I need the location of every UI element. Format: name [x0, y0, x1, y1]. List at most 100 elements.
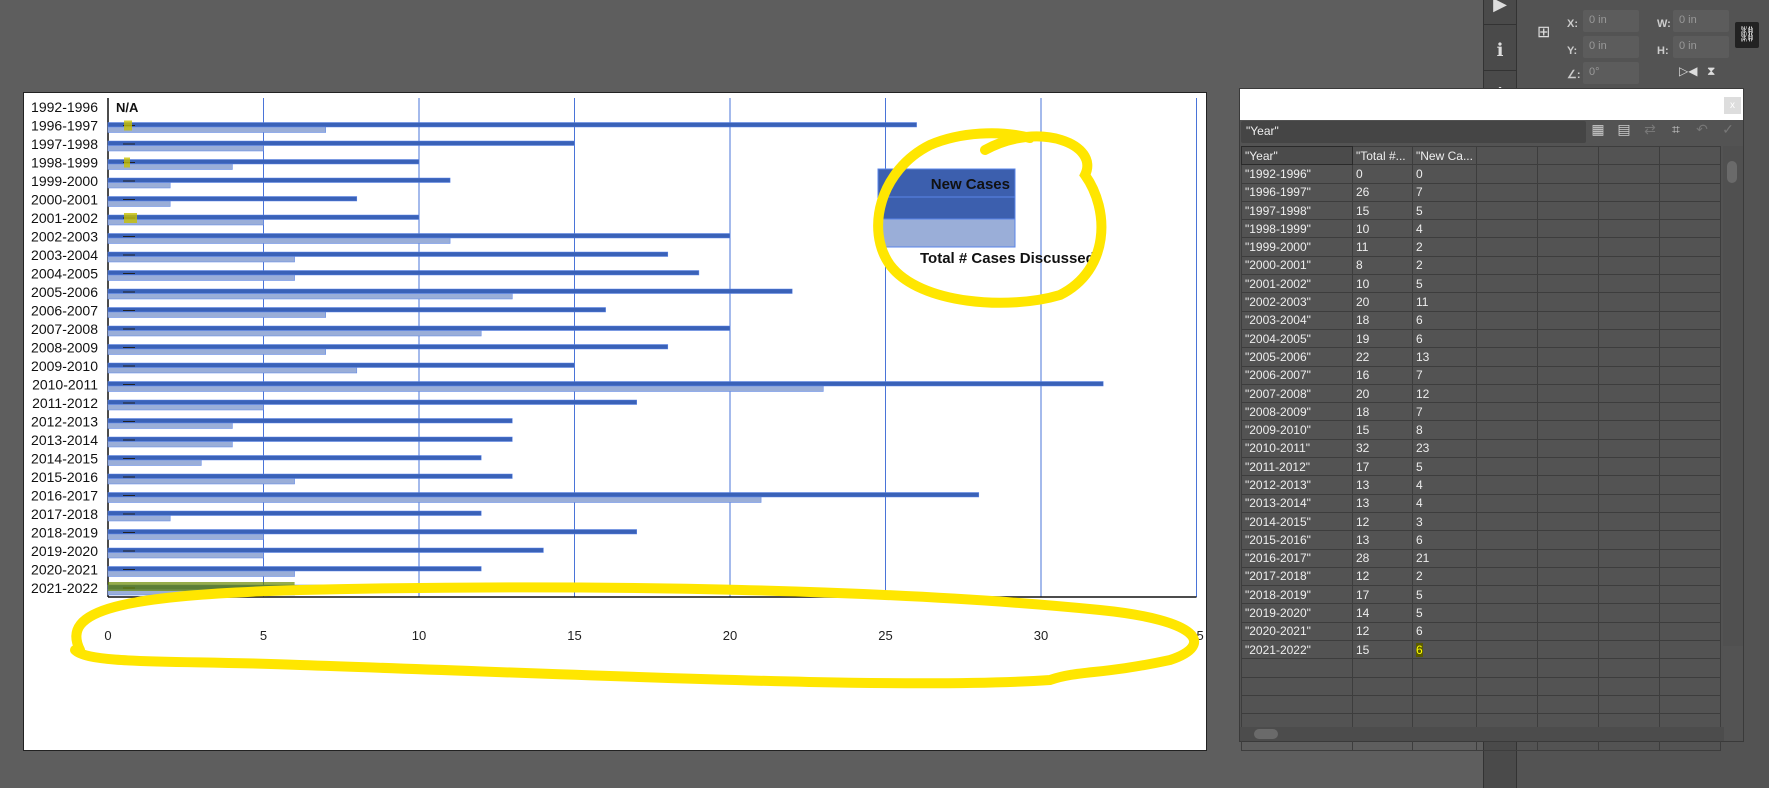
grid-cell[interactable]	[1658, 640, 1721, 660]
grid-cell[interactable]: 13	[1352, 530, 1413, 550]
grid-cell[interactable]	[1597, 603, 1660, 623]
bar-chart[interactable]: 0 5 10 15 20 25 30 35 1992-1996 1996-1997 1997-199…	[24, 93, 1208, 752]
grid-cell[interactable]	[1475, 420, 1538, 440]
grid-cell[interactable]	[1536, 145, 1599, 166]
switch-xy-icon[interactable]: ⇄	[1642, 121, 1658, 138]
reference-point-icon[interactable]: ⊞	[1537, 22, 1550, 42]
grid-cell[interactable]: 18	[1352, 310, 1413, 330]
grid-cell[interactable]: 5	[1412, 585, 1477, 605]
grid-cell[interactable]	[1536, 219, 1599, 239]
grid-cell[interactable]	[1658, 310, 1721, 330]
grid-cell[interactable]	[1658, 365, 1721, 385]
grid-cell[interactable]: 6	[1412, 640, 1477, 660]
grid-cell[interactable]: "2008-2009"	[1241, 402, 1353, 422]
info-icon[interactable]: ℹ	[1484, 26, 1516, 71]
grid-cell[interactable]	[1597, 420, 1660, 440]
grid-cell[interactable]	[1536, 566, 1599, 587]
grid-cell[interactable]	[1597, 292, 1660, 312]
grid-cell[interactable]: "2014-2015"	[1241, 511, 1353, 532]
grid-cell[interactable]	[1536, 237, 1599, 257]
grid-cell[interactable]	[1597, 493, 1660, 513]
grid-cell[interactable]	[1658, 511, 1721, 532]
grid-cell[interactable]: 10	[1352, 219, 1413, 239]
grid-cell[interactable]: "2007-2008"	[1241, 383, 1353, 404]
grid-cell[interactable]	[1536, 658, 1599, 678]
grid-cell[interactable]	[1241, 676, 1353, 696]
grid-cell[interactable]: 12	[1352, 621, 1413, 642]
grid-cell[interactable]	[1658, 402, 1721, 422]
grid-cell[interactable]: 32	[1352, 438, 1413, 459]
grid-cell[interactable]	[1658, 530, 1721, 550]
grid-cell[interactable]	[1475, 237, 1538, 257]
grid-cell[interactable]	[1536, 475, 1599, 495]
horizontal-scrollbar[interactable]	[1240, 727, 1724, 741]
grid-cell[interactable]	[1536, 310, 1599, 330]
grid-cell[interactable]: 16	[1352, 365, 1413, 385]
grid-cell[interactable]	[1658, 274, 1721, 294]
grid-cell[interactable]	[1412, 694, 1477, 715]
grid-cell[interactable]	[1536, 676, 1599, 696]
grid-cell[interactable]	[1475, 255, 1538, 276]
grid-cell[interactable]	[1597, 694, 1660, 715]
grid-cell[interactable]	[1475, 676, 1538, 696]
grid-cell[interactable]: 21	[1412, 548, 1477, 568]
grid-cell[interactable]	[1597, 640, 1660, 660]
grid-cell[interactable]: 6	[1412, 530, 1477, 550]
grid-cell[interactable]: 5	[1412, 603, 1477, 623]
grid-cell[interactable]	[1536, 694, 1599, 715]
grid-cell[interactable]	[1536, 383, 1599, 404]
grid-cell[interactable]	[1658, 164, 1721, 184]
grid-cell[interactable]	[1658, 621, 1721, 642]
grid-cell[interactable]: 8	[1412, 420, 1477, 440]
play-icon[interactable]: ▶	[1484, 0, 1516, 25]
grid-cell[interactable]	[1536, 493, 1599, 513]
grid-cell[interactable]: "2017-2018"	[1241, 566, 1353, 587]
y-field[interactable]: 0 in	[1583, 36, 1639, 58]
grid-cell[interactable]	[1597, 475, 1660, 495]
grid-cell[interactable]	[1658, 457, 1721, 477]
grid-cell[interactable]	[1475, 274, 1538, 294]
grid-cell[interactable]	[1475, 566, 1538, 587]
grid-cell[interactable]: 6	[1412, 310, 1477, 330]
grid-cell[interactable]: 20	[1352, 292, 1413, 312]
grid-cell[interactable]	[1597, 511, 1660, 532]
grid-cell[interactable]	[1536, 365, 1599, 385]
grid-cell[interactable]	[1475, 438, 1538, 459]
grid-cell[interactable]	[1597, 457, 1660, 477]
grid-cell[interactable]	[1475, 402, 1538, 422]
grid-cell[interactable]: "2009-2010"	[1241, 420, 1353, 440]
grid-cell[interactable]: 15	[1352, 640, 1413, 660]
grid-cell[interactable]	[1597, 621, 1660, 642]
grid-cell[interactable]: 0	[1352, 164, 1413, 184]
grid-cell[interactable]: "2019-2020"	[1241, 603, 1353, 623]
grid-cell[interactable]	[1475, 219, 1538, 239]
grid-cell[interactable]: 14	[1352, 603, 1413, 623]
grid-cell[interactable]: "1996-1997"	[1241, 182, 1353, 202]
grid-cell[interactable]	[1536, 402, 1599, 422]
import-icon[interactable]: ▦	[1590, 121, 1606, 138]
grid-cell[interactable]	[1597, 347, 1660, 367]
grid-cell[interactable]	[1352, 658, 1413, 678]
grid-cell[interactable]: 0	[1412, 164, 1477, 184]
grid-cell[interactable]	[1658, 383, 1721, 404]
grid-cell[interactable]	[1658, 658, 1721, 678]
grid-cell[interactable]	[1475, 621, 1538, 642]
grid-cell[interactable]	[1536, 585, 1599, 605]
flip-vertical-icon[interactable]: ⧗	[1707, 64, 1715, 79]
transpose-icon[interactable]: ▤	[1616, 121, 1632, 138]
grid-cell[interactable]	[1536, 328, 1599, 349]
grid-cell[interactable]	[1658, 255, 1721, 276]
grid-cell[interactable]	[1658, 328, 1721, 349]
grid-cell[interactable]: "2006-2007"	[1241, 365, 1353, 385]
grid-cell[interactable]	[1536, 164, 1599, 184]
grid-cell[interactable]	[1536, 292, 1599, 312]
cell-value-input[interactable]: "Year"	[1241, 121, 1586, 143]
grid-cell[interactable]: "New Ca...	[1412, 145, 1477, 166]
grid-cell[interactable]: 3	[1412, 511, 1477, 532]
h-field[interactable]: 0 in	[1673, 36, 1729, 58]
grid-cell[interactable]	[1597, 328, 1660, 349]
grid-cell[interactable]	[1597, 676, 1660, 696]
grid-cell[interactable]: 12	[1352, 511, 1413, 532]
grid-cell[interactable]	[1658, 237, 1721, 257]
grid-cell[interactable]	[1597, 310, 1660, 330]
